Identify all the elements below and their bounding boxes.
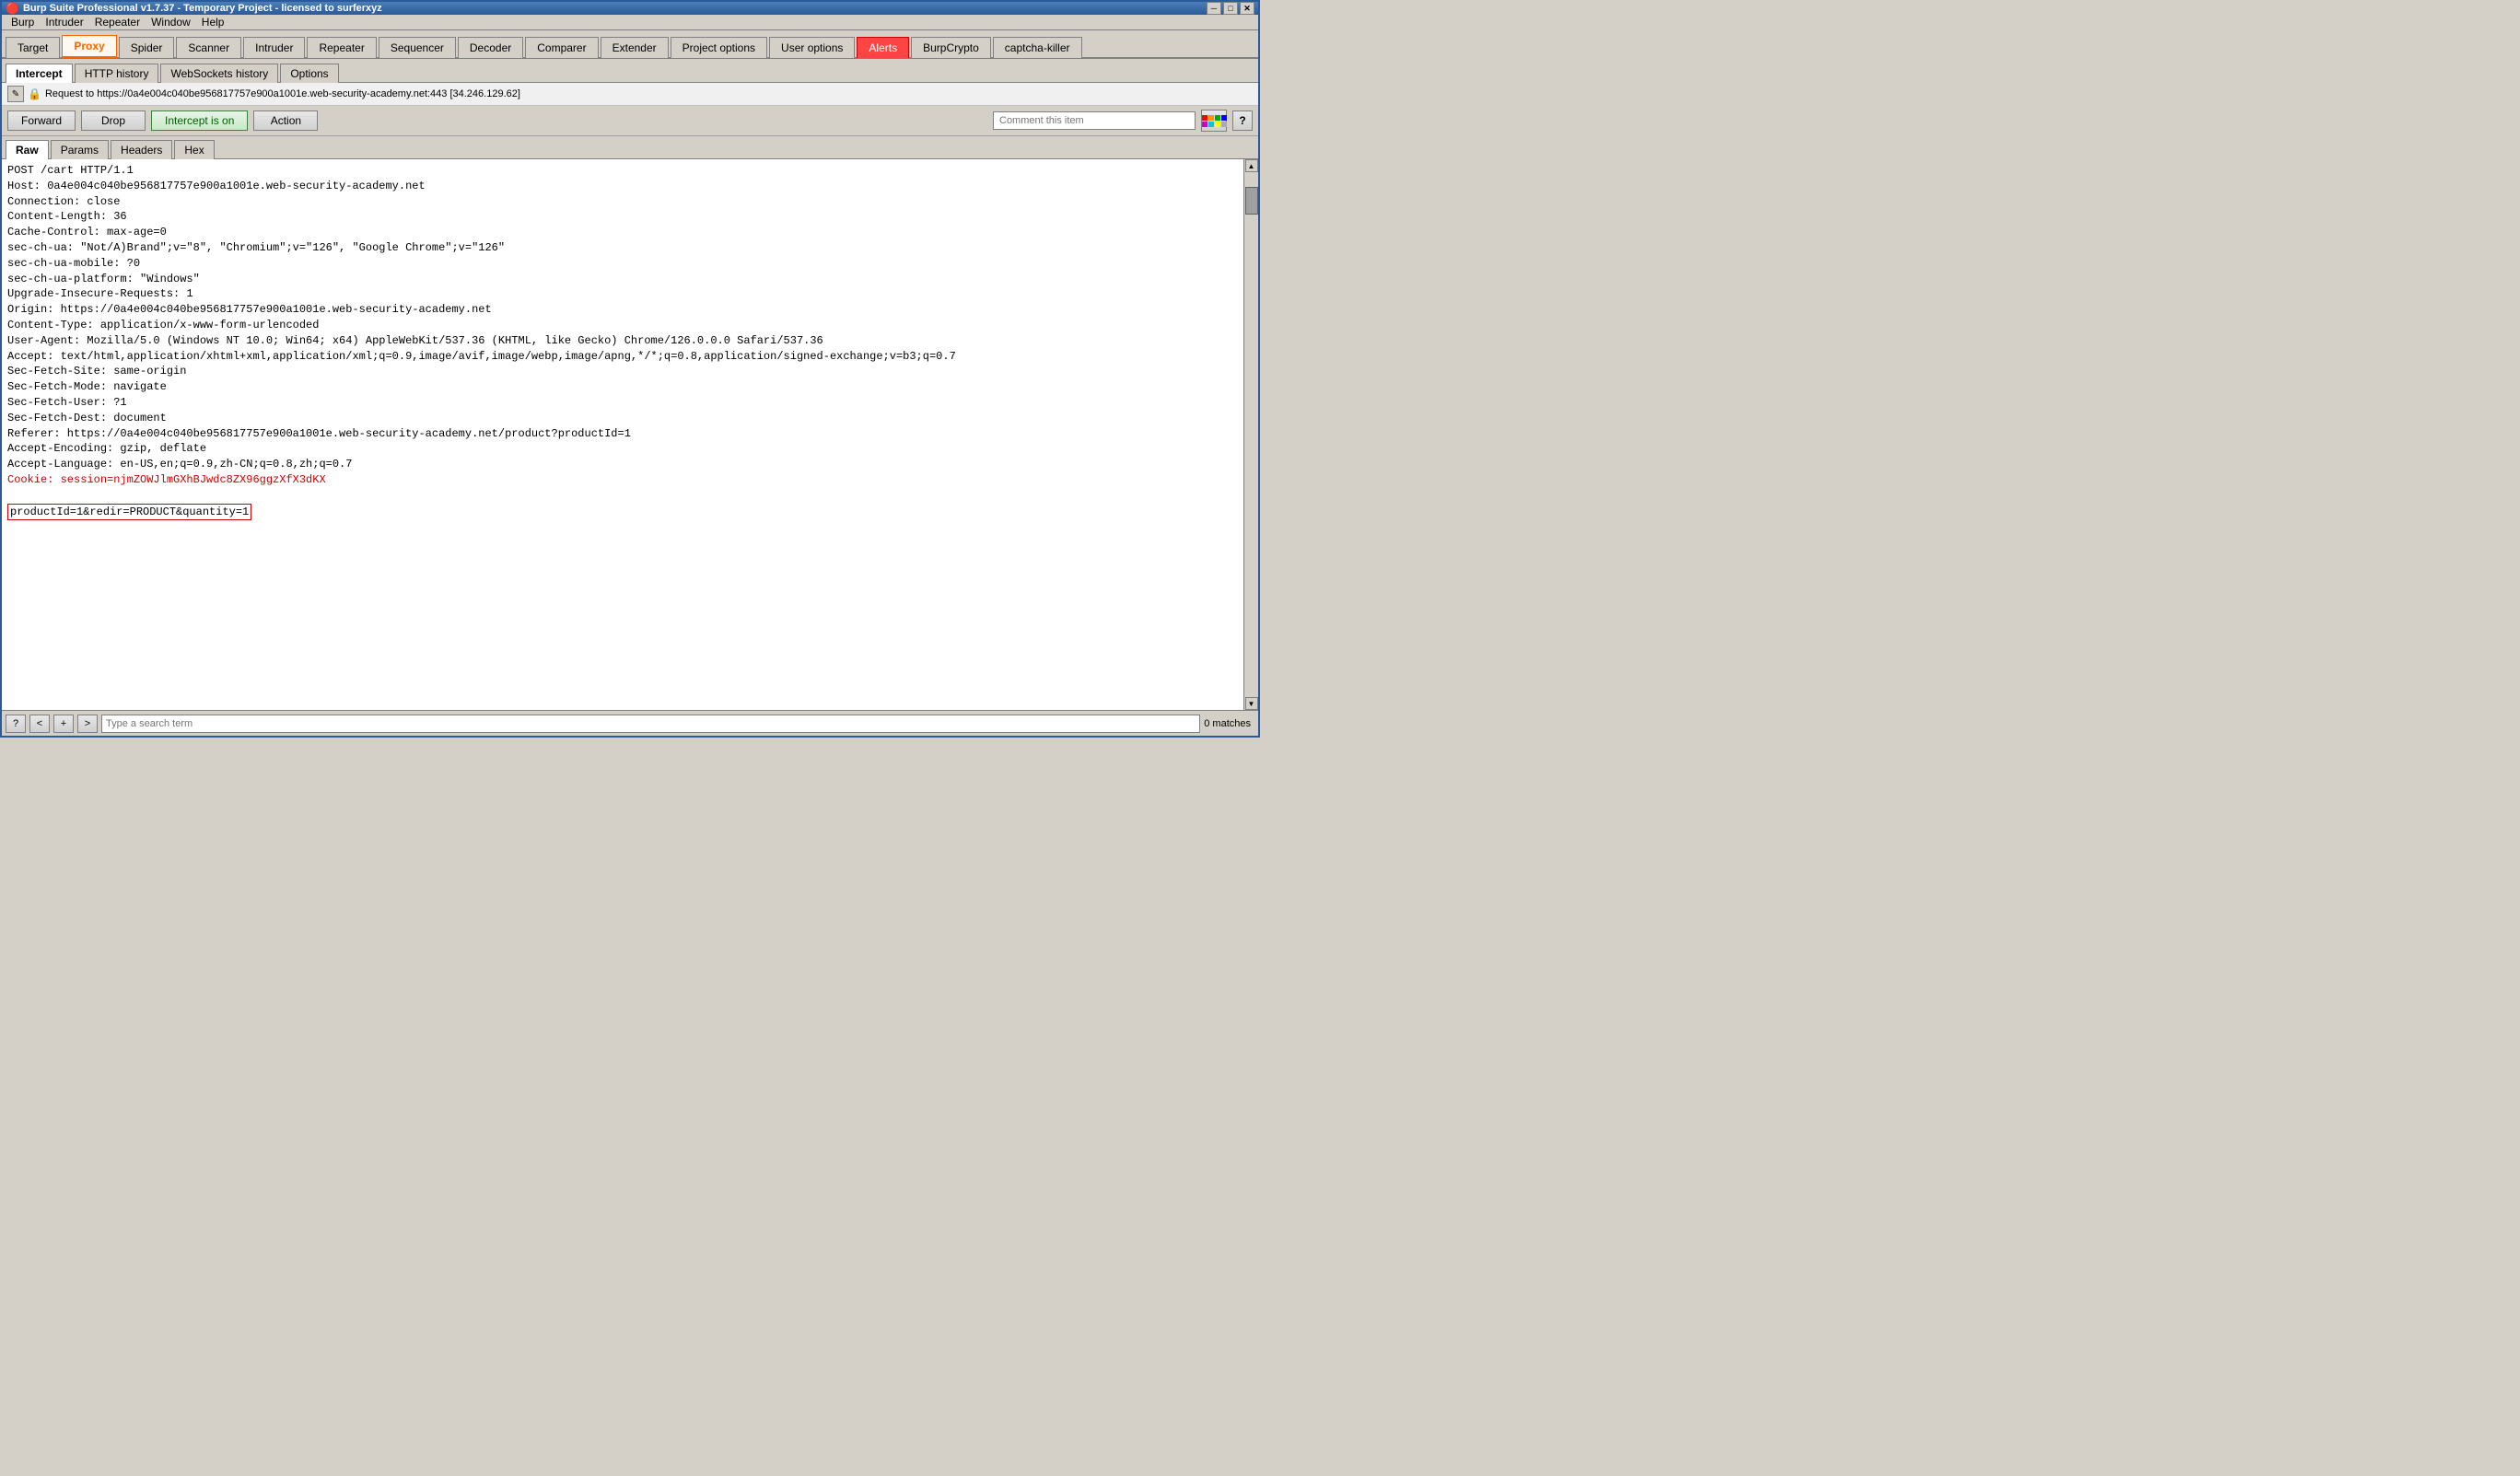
forward-button[interactable]: Forward: [7, 110, 76, 131]
subtab-intercept[interactable]: Intercept: [6, 64, 73, 83]
next-button[interactable]: >: [77, 715, 98, 733]
scroll-down-arrow[interactable]: ▼: [1245, 697, 1258, 710]
matches-label: 0 matches: [1204, 718, 1254, 729]
main-window: 🔴 Burp Suite Professional v1.7.37 - Temp…: [0, 0, 1260, 738]
cookie-line: Cookie: session=njmZOWJlmGXhBJwdc8ZX96gg…: [7, 473, 326, 486]
color-purple: [1202, 122, 1208, 127]
tab-captcha-killer[interactable]: captcha-killer: [993, 37, 1082, 58]
tab-comparer[interactable]: Comparer: [525, 37, 598, 58]
drop-button[interactable]: Drop: [81, 110, 146, 131]
content-tab-headers[interactable]: Headers: [111, 140, 172, 159]
menu-bar: Burp Intruder Repeater Window Help: [2, 15, 1258, 30]
request-body: POST /cart HTTP/1.1 Host: 0a4e004c040be9…: [2, 159, 1243, 524]
request-headers: POST /cart HTTP/1.1 Host: 0a4e004c040be9…: [7, 164, 956, 471]
subtab-http-history[interactable]: HTTP history: [75, 64, 159, 83]
body-line: productId=1&redir=PRODUCT&quantity=1: [7, 504, 251, 521]
content-tab-params[interactable]: Params: [51, 140, 109, 159]
scroll-thumb[interactable]: [1245, 187, 1258, 215]
action-button[interactable]: Action: [253, 110, 318, 131]
tab-repeater[interactable]: Repeater: [307, 37, 376, 58]
close-button[interactable]: ✕: [1240, 2, 1254, 15]
comment-input[interactable]: [993, 111, 1196, 130]
title-bar-title: 🔴 Burp Suite Professional v1.7.37 - Temp…: [6, 2, 382, 15]
subtab-options[interactable]: Options: [280, 64, 338, 83]
search-input[interactable]: [101, 715, 1200, 733]
scrollbar-vertical[interactable]: ▲ ▼: [1243, 159, 1258, 710]
color-blue: [1221, 115, 1227, 121]
color-orange: [1208, 115, 1214, 121]
tab-spider[interactable]: Spider: [119, 37, 175, 58]
color-gray: [1221, 122, 1227, 127]
title-bar-controls: ─ □ ✕: [1207, 2, 1254, 15]
menu-window[interactable]: Window: [146, 15, 196, 29]
menu-repeater[interactable]: Repeater: [89, 15, 146, 29]
toolbar: Forward Drop Intercept is on Action ?: [2, 106, 1258, 136]
add-button[interactable]: +: [53, 715, 74, 733]
color-grid: [1202, 115, 1227, 127]
app-title: Burp Suite Professional v1.7.37 - Tempor…: [23, 3, 382, 14]
main-content: Intercept HTTP history WebSockets histor…: [2, 59, 1258, 736]
toolbar-help-button[interactable]: ?: [1232, 110, 1253, 131]
color-yellow: [1215, 122, 1220, 127]
tab-decoder[interactable]: Decoder: [458, 37, 523, 58]
tab-alerts[interactable]: Alerts: [857, 37, 909, 58]
edit-icon[interactable]: ✎: [7, 86, 24, 102]
subtab-websockets-history[interactable]: WebSockets history: [160, 64, 278, 83]
tab-proxy[interactable]: Proxy: [62, 35, 116, 58]
menu-burp[interactable]: Burp: [6, 15, 40, 29]
help-bottom-button[interactable]: ?: [6, 715, 26, 733]
tab-user-options[interactable]: User options: [769, 37, 855, 58]
color-green: [1215, 115, 1220, 121]
menu-intruder[interactable]: Intruder: [40, 15, 88, 29]
color-red: [1202, 115, 1208, 121]
intercept-toggle-button[interactable]: Intercept is on: [151, 110, 248, 131]
request-scroll[interactable]: POST /cart HTTP/1.1 Host: 0a4e004c040be9…: [2, 159, 1243, 710]
tab-target[interactable]: Target: [6, 37, 60, 58]
content-area: POST /cart HTTP/1.1 Host: 0a4e004c040be9…: [2, 159, 1258, 710]
info-bar: ✎ 🔒 Request to https://0a4e004c040be9568…: [2, 83, 1258, 106]
content-tabs: Raw Params Headers Hex: [2, 136, 1258, 159]
minimize-button[interactable]: ─: [1207, 2, 1221, 15]
maximize-button[interactable]: □: [1223, 2, 1238, 15]
app-icon: 🔴: [6, 2, 19, 15]
main-tabs: Target Proxy Spider Scanner Intruder Rep…: [2, 30, 1258, 59]
tab-sequencer[interactable]: Sequencer: [379, 37, 456, 58]
color-cyan: [1208, 122, 1214, 127]
tab-project-options[interactable]: Project options: [671, 37, 767, 58]
tab-intruder[interactable]: Intruder: [243, 37, 305, 58]
lock-icon: 🔒: [28, 87, 41, 100]
bottom-bar: ? < + > 0 matches: [2, 710, 1258, 736]
content-tab-raw[interactable]: Raw: [6, 140, 49, 159]
tab-burpcrypto[interactable]: BurpCrypto: [911, 37, 991, 58]
tab-scanner[interactable]: Scanner: [176, 37, 241, 58]
title-bar: 🔴 Burp Suite Professional v1.7.37 - Temp…: [2, 2, 1258, 15]
request-info: Request to https://0a4e004c040be95681775…: [45, 88, 520, 99]
menu-help[interactable]: Help: [196, 15, 230, 29]
sub-tabs: Intercept HTTP history WebSockets histor…: [2, 59, 1258, 83]
color-picker-button[interactable]: [1201, 110, 1227, 132]
prev-button[interactable]: <: [29, 715, 50, 733]
content-tab-hex[interactable]: Hex: [174, 140, 214, 159]
tab-extender[interactable]: Extender: [601, 37, 669, 58]
scroll-up-arrow[interactable]: ▲: [1245, 159, 1258, 172]
